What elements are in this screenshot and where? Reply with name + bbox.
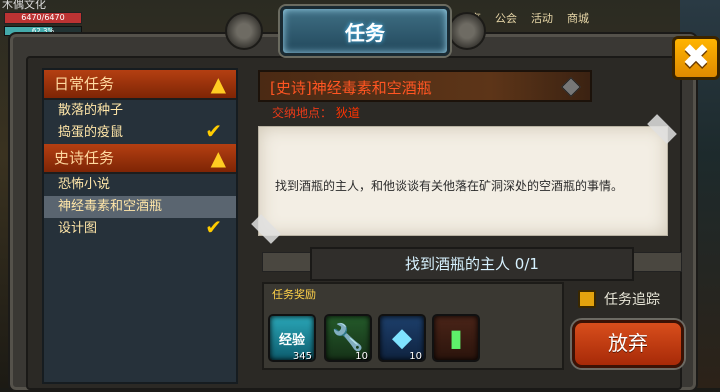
hp-text: 6470/6470 (21, 13, 65, 22)
location-label: 交纳地点： (272, 106, 333, 120)
top-menu-guild[interactable]: 公会 (495, 0, 517, 30)
track-checkbox[interactable] (578, 290, 596, 308)
top-menu-events[interactable]: 活动 (531, 0, 553, 30)
abandon-button[interactable]: 放弃 (572, 320, 684, 368)
quest-list: 日常任务 ▲ 散落的种子 捣蛋的疫鼠 ✔ 史诗任务 ▲ 恐怖小说 神经毒素和空酒… (42, 68, 238, 384)
quest-progress: 找到酒瓶的主人 0/1 (310, 247, 634, 281)
quest-item-plague-rat[interactable]: 捣蛋的疫鼠 ✔ (44, 119, 236, 144)
category-daily[interactable]: 日常任务 ▲ (44, 70, 236, 100)
rail-ornament-left (262, 252, 312, 272)
window-title: 任务 (280, 6, 450, 56)
quest-item-blueprint[interactable]: 设计图 ✔ (44, 215, 236, 240)
quest-item-label: 神经毒素和空酒瓶 (58, 199, 163, 214)
quest-item-label: 设计图 (58, 221, 98, 236)
chevron-up-icon: ▲ (210, 146, 226, 170)
quest-description-paper: 找到酒瓶的主人，和他谈谈有关他落在矿洞深处的空酒瓶的事情。 (258, 126, 668, 236)
reward-label: 任务奖励 (272, 288, 316, 301)
quest-item-label: 捣蛋的疫鼠 (58, 125, 124, 140)
close-button[interactable]: ✖ (672, 36, 720, 80)
category-label: 史诗任务 (54, 149, 115, 167)
checkmark-icon: ✔ (205, 119, 222, 143)
track-label: 任务追踪 (604, 292, 660, 308)
reward-count: 345 (292, 351, 312, 362)
category-label: 日常任务 (54, 75, 115, 93)
quest-title: [史诗]神经毒素和空酒瓶 (270, 79, 432, 97)
chevron-up-icon: ▲ (210, 72, 226, 96)
quest-item-horror-novel[interactable]: 恐怖小说 (44, 174, 236, 196)
player-name: 木偶文化 (2, 0, 46, 11)
quest-track-toggle[interactable]: 任务追踪 (578, 289, 660, 309)
reward-count: 10 (409, 351, 422, 362)
top-menu-shop[interactable]: 商城 (567, 0, 589, 30)
gear-ornament-right-icon (448, 12, 486, 50)
gem-icon (561, 77, 581, 97)
quest-title-bar: [史诗]神经毒素和空酒瓶 (258, 70, 592, 102)
top-menu: 享 公会 活动 商城 (470, 0, 660, 30)
location-value: 狄道 (335, 106, 360, 120)
potion-icon: ▮ (449, 324, 463, 352)
reward-slot-exp[interactable]: 经验 345 (268, 314, 316, 362)
reward-slot-wrench[interactable]: 🔧 10 (324, 314, 372, 362)
quest-location: 交纳地点： 狄道 (272, 104, 360, 121)
hp-bar: 6470/6470 (4, 12, 82, 24)
reward-count: 10 (355, 351, 368, 362)
reward-slot-crystal[interactable]: ◆ 10 (378, 314, 426, 362)
category-epic[interactable]: 史诗任务 ▲ (44, 144, 236, 174)
gear-ornament-left-icon (225, 12, 263, 50)
quest-description: 找到酒瓶的主人，和他谈谈有关他落在矿洞深处的空酒瓶的事情。 (275, 179, 624, 193)
reward-slot-potion[interactable]: ▮ (432, 314, 480, 362)
quest-item-label: 散落的种子 (58, 103, 124, 118)
quest-item-label: 恐怖小说 (58, 177, 111, 192)
checkmark-icon: ✔ (205, 215, 222, 239)
rail-ornament-right (632, 252, 682, 272)
